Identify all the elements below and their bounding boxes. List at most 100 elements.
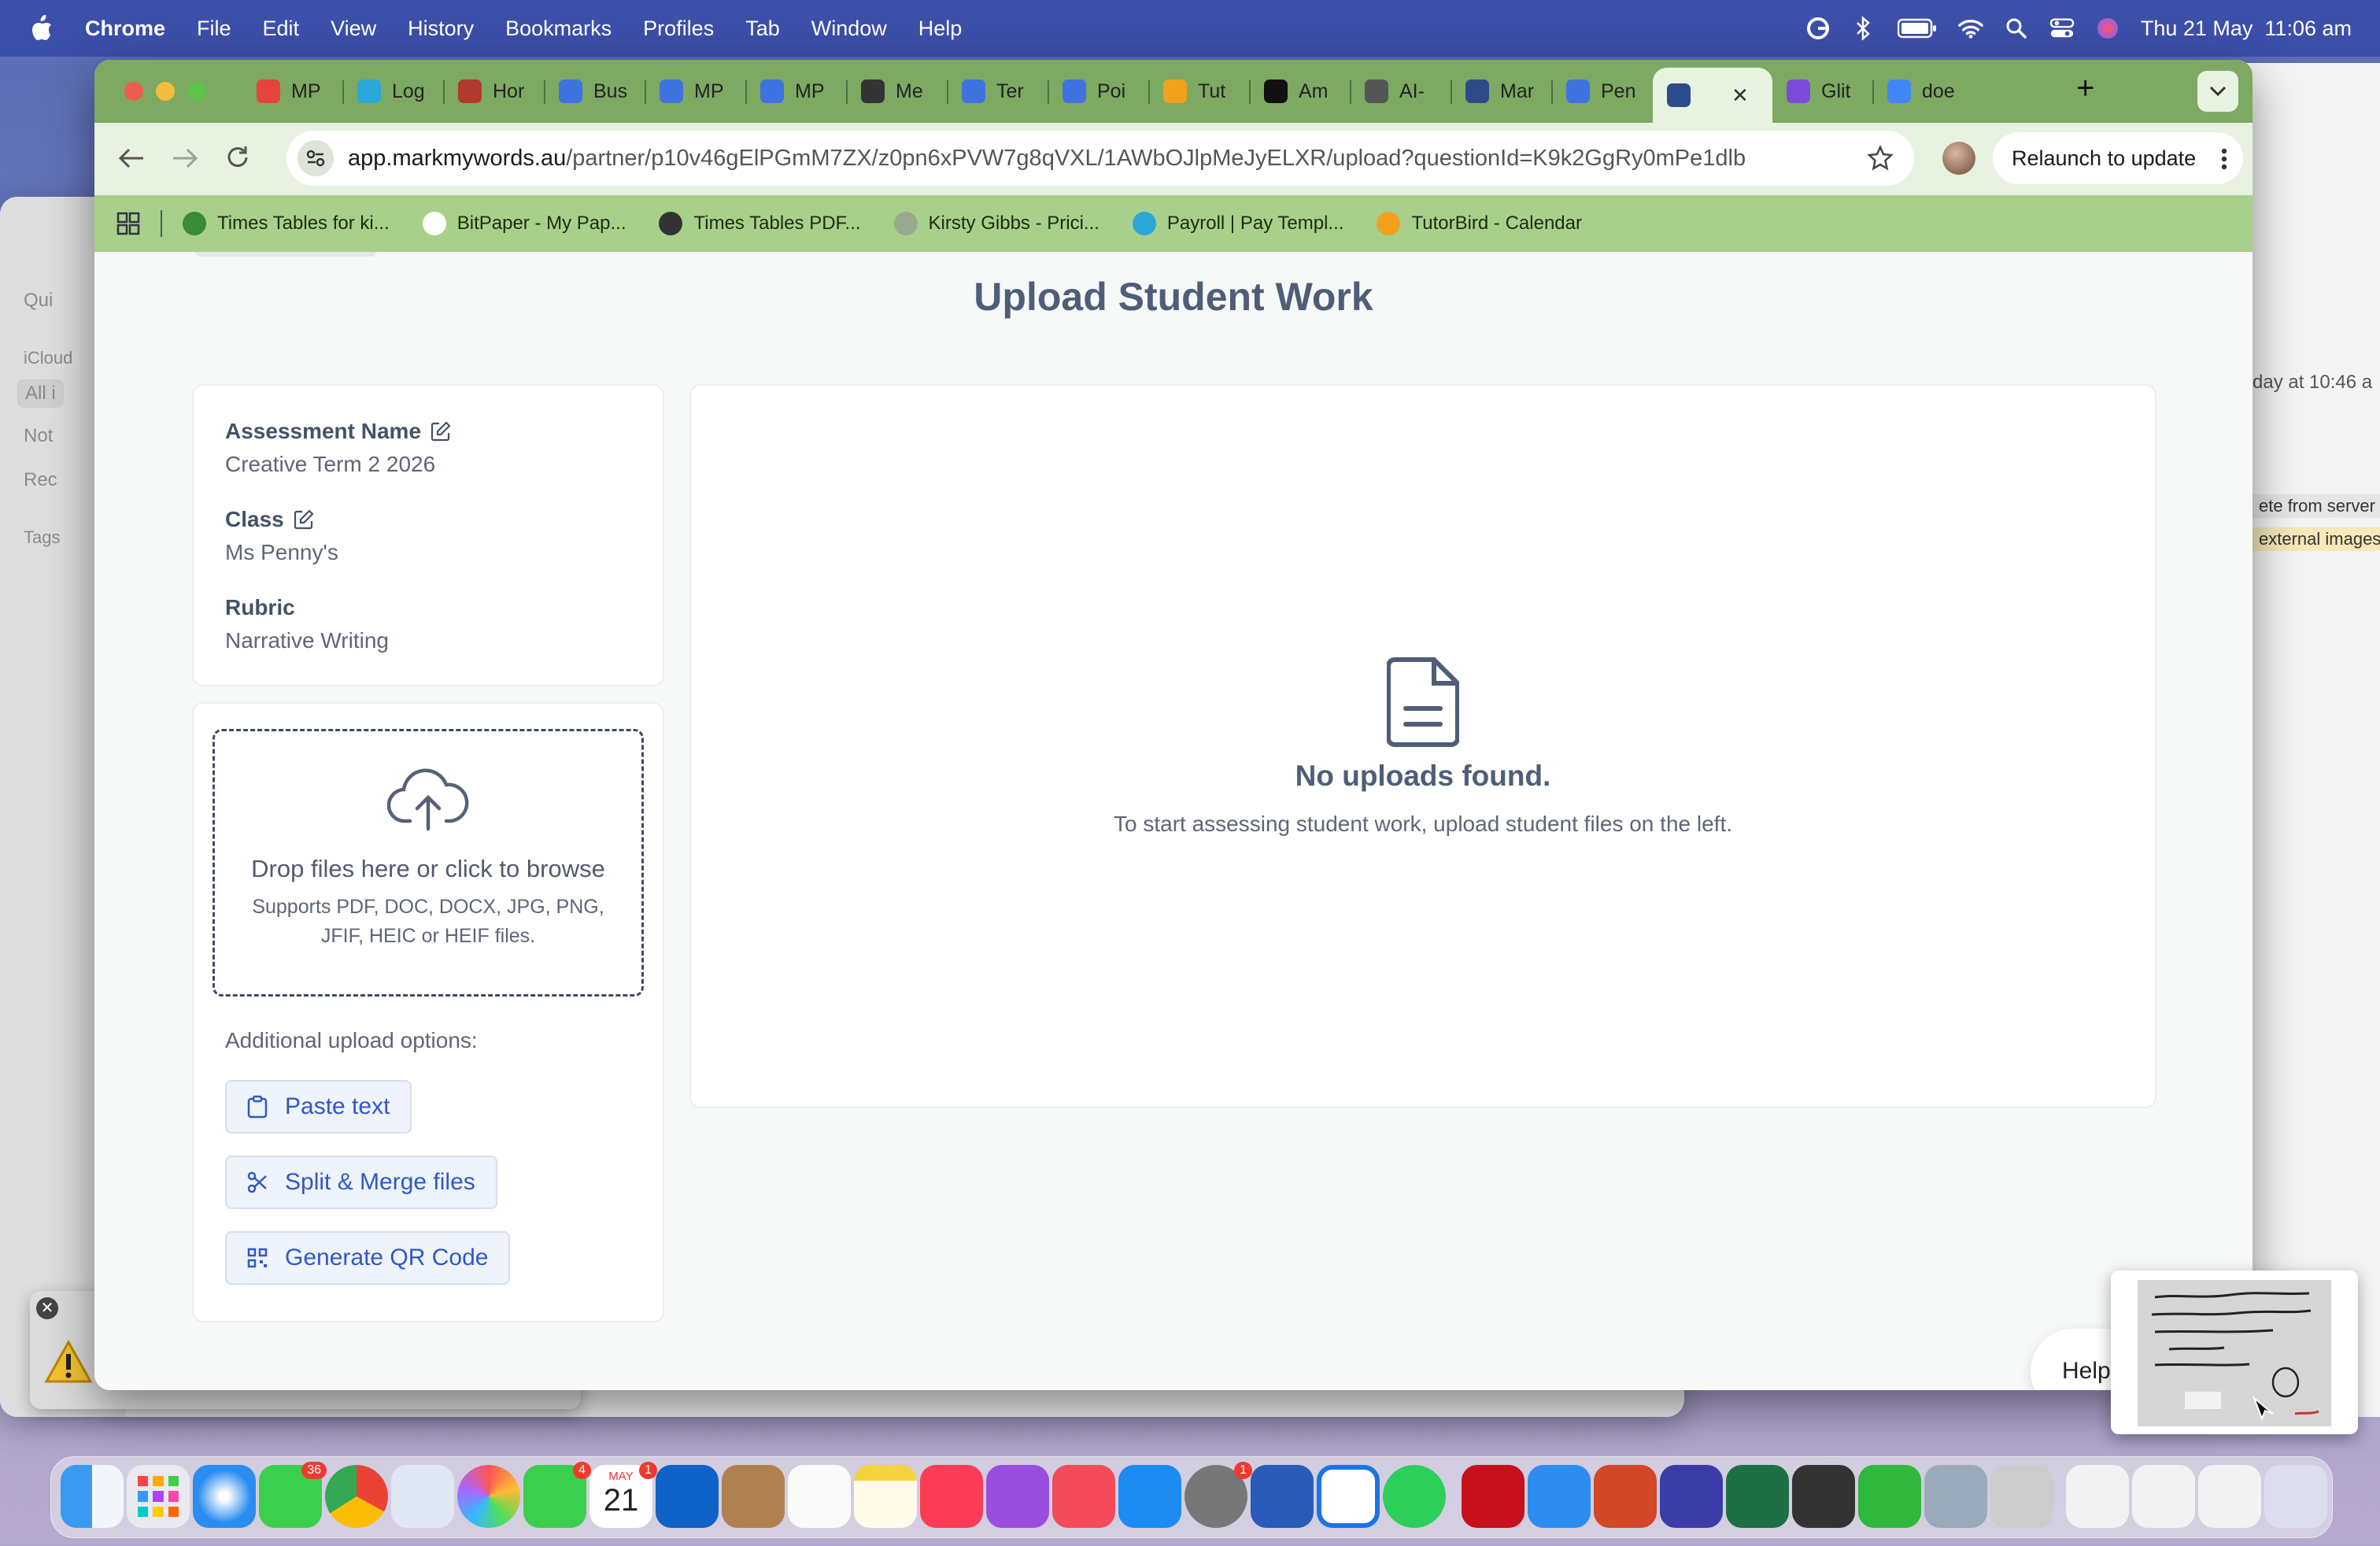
browser-tab[interactable]: MP xyxy=(645,68,746,115)
screenshot-thumbnail[interactable] xyxy=(2111,1270,2358,1434)
chrome-icon[interactable] xyxy=(325,1465,388,1528)
menu-help[interactable]: Help xyxy=(918,17,963,41)
recent-document-thumbnail[interactable] xyxy=(2132,1465,2195,1528)
bookmark-item[interactable]: Times Tables PDF... xyxy=(659,212,861,235)
control-center-icon[interactable] xyxy=(2049,16,2075,41)
bluetooth-icon[interactable] xyxy=(1851,16,1876,41)
notes-folder-notes[interactable]: Not xyxy=(24,425,53,447)
preview-icon[interactable] xyxy=(1924,1465,1987,1528)
bookmark-item[interactable]: Payroll | Pay Templ... xyxy=(1132,212,1343,235)
finder-icon[interactable] xyxy=(61,1465,124,1528)
browser-tab[interactable]: Glit xyxy=(1772,68,1873,115)
browser-tab[interactable]: Poi xyxy=(1048,68,1149,115)
google-calendar-icon[interactable] xyxy=(1317,1465,1380,1528)
browser-tab[interactable]: Tut xyxy=(1149,68,1250,115)
close-window-button[interactable] xyxy=(124,82,143,101)
music-icon[interactable] xyxy=(920,1465,983,1528)
podcasts-icon[interactable] xyxy=(986,1465,1049,1528)
mail-delete-server-text[interactable]: ete from server xyxy=(2252,494,2380,518)
site-info-icon[interactable] xyxy=(298,140,334,176)
grammarly-icon[interactable] xyxy=(1660,1465,1723,1528)
bookmark-item[interactable]: Times Tables for ki... xyxy=(183,212,390,235)
safari-icon[interactable] xyxy=(193,1465,256,1528)
trash-icon[interactable] xyxy=(2264,1465,2327,1528)
siri-icon[interactable] xyxy=(2095,16,2120,41)
notes-folder-all[interactable]: All i xyxy=(17,379,64,408)
browser-tab[interactable]: Pen xyxy=(1552,68,1653,115)
reload-icon[interactable] xyxy=(225,145,250,170)
minimize-window-button[interactable] xyxy=(156,82,175,101)
tab-search-button[interactable] xyxy=(2197,71,2238,112)
menu-file[interactable]: File xyxy=(197,17,231,41)
bookmark-item[interactable]: BitPaper - My Pap... xyxy=(422,212,626,235)
browser-tab[interactable]: Hor xyxy=(444,68,545,115)
notes-folder-recent[interactable]: Rec xyxy=(24,469,57,491)
menu-tab[interactable]: Tab xyxy=(745,17,780,41)
recent-document-thumbnail[interactable] xyxy=(2066,1465,2129,1528)
edit-icon[interactable] xyxy=(431,421,451,442)
messages-icon[interactable]: 36 xyxy=(259,1462,327,1528)
new-tab-button[interactable]: + xyxy=(2076,71,2094,106)
notes-icon[interactable] xyxy=(854,1465,917,1528)
file-dropzone[interactable]: Drop files here or click to browse Suppo… xyxy=(213,729,644,997)
system-settings-icon[interactable]: 1 xyxy=(1184,1462,1252,1528)
photos-icon[interactable] xyxy=(457,1465,520,1528)
browser-tab[interactable]: doe xyxy=(1873,68,1974,115)
menu-app-name[interactable]: Chrome xyxy=(85,17,165,41)
profile-avatar[interactable] xyxy=(1942,142,1975,175)
facetime-icon[interactable]: 4 xyxy=(523,1462,591,1528)
news-icon[interactable] xyxy=(1052,1465,1115,1528)
notes-folder-quick[interactable]: Qui xyxy=(24,290,53,312)
browser-tab[interactable]: MP xyxy=(242,68,343,115)
browser-tab[interactable]: ✕ xyxy=(1653,68,1772,123)
word-icon[interactable] xyxy=(1251,1465,1314,1528)
printer-icon[interactable] xyxy=(1990,1465,2053,1528)
numbers-icon[interactable] xyxy=(1858,1465,1921,1528)
bookmark-item[interactable]: TutorBird - Calendar xyxy=(1377,212,1582,235)
menu-history[interactable]: History xyxy=(408,17,474,41)
keychain-icon[interactable] xyxy=(1792,1465,1855,1528)
apps-grid-icon[interactable] xyxy=(116,212,140,235)
grammarly-status-icon[interactable] xyxy=(1805,16,1831,41)
mail-icon[interactable] xyxy=(1528,1465,1591,1528)
whatsapp-icon[interactable] xyxy=(1383,1465,1446,1528)
paste-text-button[interactable]: Paste text xyxy=(225,1080,412,1134)
wifi-icon[interactable] xyxy=(1958,16,1983,41)
menu-edit[interactable]: Edit xyxy=(263,17,300,41)
split-merge-button[interactable]: Split & Merge files xyxy=(225,1156,497,1209)
battery-icon[interactable] xyxy=(1897,16,1938,41)
menu-window[interactable]: Window xyxy=(811,17,887,41)
browser-tab[interactable]: Bus xyxy=(545,68,645,115)
menu-bar-clock[interactable]: Thu 21 May 11:06 am xyxy=(2141,17,2352,41)
browser-tab[interactable]: Log xyxy=(343,68,444,115)
mail-external-images-text[interactable]: external images xyxy=(2252,527,2380,551)
browser-tab[interactable]: AI- xyxy=(1351,68,1451,115)
reminders-icon[interactable] xyxy=(788,1465,851,1528)
back-arrow-icon[interactable] xyxy=(118,146,145,170)
acrobat-icon[interactable] xyxy=(1462,1465,1524,1528)
relaunch-button[interactable]: Relaunch to update xyxy=(1993,132,2244,184)
powerpoint-icon[interactable] xyxy=(1594,1465,1657,1528)
browser-tab[interactable]: Am xyxy=(1250,68,1351,115)
browser-tab[interactable]: Ter xyxy=(948,68,1048,115)
close-icon[interactable]: ✕ xyxy=(36,1297,58,1319)
zoom-window-button[interactable] xyxy=(187,82,206,101)
browser-tab[interactable]: Mar xyxy=(1451,68,1552,115)
menu-view[interactable]: View xyxy=(331,17,376,41)
browser-tab[interactable]: MP xyxy=(746,68,847,115)
close-tab-icon[interactable]: ✕ xyxy=(1731,83,1749,108)
menu-profiles[interactable]: Profiles xyxy=(643,17,714,41)
address-bar[interactable]: app.markmywords.au/partner/p10v46gElPGmM… xyxy=(286,131,1914,186)
outlook-icon[interactable] xyxy=(656,1465,719,1528)
excel-icon[interactable] xyxy=(1726,1465,1789,1528)
app-store-icon[interactable] xyxy=(1118,1465,1181,1528)
forward-arrow-icon[interactable] xyxy=(172,146,198,170)
menu-bookmarks[interactable]: Bookmarks xyxy=(505,17,612,41)
launchpad-icon[interactable] xyxy=(127,1465,190,1528)
bookmark-item[interactable]: Kirsty Gibbs - Prici... xyxy=(893,212,1099,235)
calendar-icon[interactable]: MAY 21 1 xyxy=(589,1462,657,1528)
recent-document-thumbnail[interactable] xyxy=(2198,1465,2261,1528)
edit-icon[interactable] xyxy=(294,509,314,530)
bookmark-star-icon[interactable] xyxy=(1867,145,1894,172)
generate-qr-button[interactable]: Generate QR Code xyxy=(225,1231,511,1285)
